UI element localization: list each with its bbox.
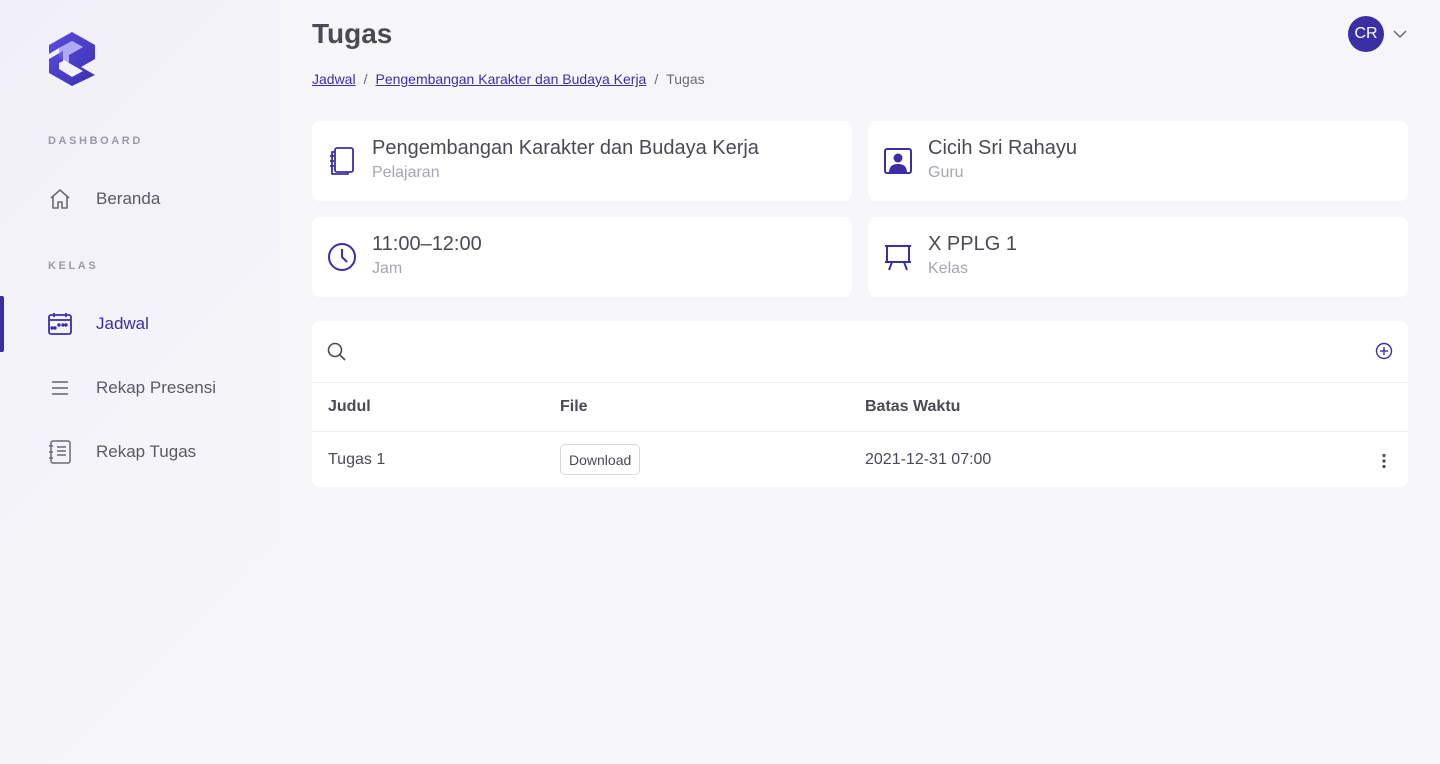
notebook-icon [330,147,354,175]
clock-icon [328,243,356,271]
teacher-card: Cicih Sri Rahayu Guru [868,121,1408,201]
breadcrumb-current: Tugas [666,71,705,87]
column-header-batas-waktu[interactable]: Batas Waktu [865,398,960,416]
sidebar-item-jadwal[interactable]: Jadwal [0,296,280,352]
sidebar-item-label: Rekap Tugas [96,442,197,461]
add-circle-icon[interactable] [1374,341,1394,361]
sidebar-item-beranda[interactable]: Beranda [0,171,280,227]
home-icon [47,186,73,212]
document-list-icon [47,439,73,465]
time-label: Jam [372,260,403,277]
sidebar-item-rekap-tugas[interactable]: Rekap Tugas [0,424,280,480]
sidebar-item-label: Jadwal [96,314,149,333]
cell-judul: Tugas 1 [328,451,386,468]
chevron-down-icon[interactable] [1392,26,1408,42]
section-label-dashboard: DASHBOARD [48,135,143,147]
search-bar [312,321,1408,383]
time-value: 11:00–12:00 [372,233,482,255]
section-label-kelas: KELAS [48,260,99,272]
sidebar-item-label: Rekap Presensi [96,378,217,397]
download-button[interactable]: Download [560,444,641,475]
breadcrumb-jadwal[interactable]: Jadwal [312,71,356,87]
avatar[interactable]: CR [1348,16,1384,52]
breadcrumb-subject[interactable]: Pengembangan Karakter dan Budaya Kerja [375,71,646,87]
subject-card: Pengembangan Karakter dan Budaya Kerja P… [312,121,852,201]
teacher-icon [884,148,912,174]
column-header-file[interactable]: File [560,398,588,416]
easel-icon [885,245,911,271]
table-divider [312,431,1408,432]
subject-value: Pengembangan Karakter dan Budaya Kerja [372,137,759,159]
calendar-icon [47,311,73,337]
more-vertical-icon[interactable] [1374,451,1394,471]
list-icon [47,375,73,401]
time-card: 11:00–12:00 Jam [312,217,852,297]
subject-label: Pelajaran [372,164,440,181]
search-icon [327,342,346,361]
class-label: Kelas [928,260,969,277]
sidebar: DASHBOARD Beranda KELAS Jadwal Rekap Pre… [0,0,280,764]
class-value: X PPLG 1 [928,233,1017,255]
sidebar-item-label: Beranda [96,189,161,208]
teacher-value: Cicih Sri Rahayu [928,137,1077,159]
app-logo[interactable] [47,31,97,87]
cell-batas-waktu: 2021-12-31 07:00 [865,451,992,468]
class-card: X PPLG 1 Kelas [868,217,1408,297]
column-header-judul[interactable]: Judul [328,398,371,416]
breadcrumb: Jadwal / Pengembangan Karakter dan Buday… [312,71,705,87]
sidebar-item-rekap-presensi[interactable]: Rekap Presensi [0,360,280,416]
breadcrumb-separator: / [654,71,659,87]
breadcrumb-separator: / [363,71,368,87]
search-input[interactable] [356,335,1336,369]
page-title: Tugas [312,18,393,49]
teacher-label: Guru [928,164,964,181]
tasks-table-card: Judul File Batas Waktu Tugas 1 Download … [312,321,1408,487]
